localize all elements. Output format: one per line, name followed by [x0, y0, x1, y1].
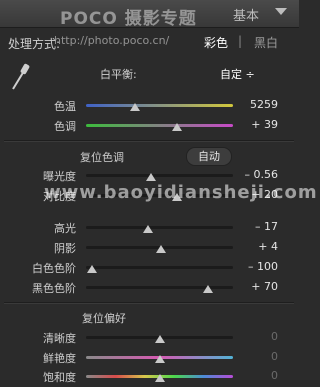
- whites-slider-track[interactable]: [86, 266, 233, 269]
- exposure-slider-track[interactable]: [86, 174, 233, 177]
- slider-label: 清晰度: [43, 332, 76, 345]
- section-divider: [4, 302, 294, 304]
- slider-label: 高光: [54, 222, 76, 235]
- white-balance-label: 白平衡:: [100, 68, 137, 81]
- slider-label: 白色色阶: [32, 262, 76, 275]
- clarity-slider-thumb[interactable]: [154, 335, 165, 343]
- treatment-color-option[interactable]: 彩色: [204, 34, 228, 51]
- whites-slider-thumb[interactable]: [86, 265, 97, 273]
- slider-value[interactable]: – 0.56: [226, 168, 279, 181]
- highlights-slider-track[interactable]: [86, 226, 233, 229]
- slider-value[interactable]: 0: [226, 330, 278, 343]
- tint-slider-thumb[interactable]: [172, 123, 183, 131]
- temp-slider-thumb[interactable]: [129, 103, 140, 111]
- slider-value[interactable]: – 17: [226, 220, 278, 233]
- slider-value[interactable]: 0: [226, 350, 278, 363]
- vibrance-slider-thumb[interactable]: [154, 355, 165, 363]
- slider-value[interactable]: – 100: [226, 260, 278, 273]
- exposure-slider-thumb[interactable]: [145, 173, 156, 181]
- slider-value[interactable]: + 39: [226, 118, 278, 131]
- treatment-label: 处理方式:: [8, 37, 61, 51]
- eyedropper-icon[interactable]: [10, 62, 30, 92]
- temp-slider-track[interactable]: [86, 104, 233, 107]
- site-watermark: www.baoyidiansheji.com: [44, 182, 318, 203]
- slider-label: 黑色色阶: [32, 282, 76, 295]
- section-divider: [4, 140, 294, 142]
- reset-presence-label[interactable]: 复位偏好: [82, 310, 126, 326]
- white-balance-select[interactable]: 自定 ÷: [220, 66, 255, 82]
- shadows-slider-thumb[interactable]: [155, 245, 166, 253]
- slider-label: 阴影: [54, 242, 76, 255]
- slider-value[interactable]: + 4: [226, 240, 278, 253]
- highlights-slider-thumb[interactable]: [142, 225, 153, 233]
- slider-value[interactable]: 5259: [226, 98, 278, 111]
- slider-label: 色温: [54, 100, 76, 113]
- url-watermark: http://photo.poco.cn/: [54, 34, 170, 47]
- slider-label: 饱和度: [43, 371, 76, 384]
- collapse-icon[interactable]: [275, 8, 287, 15]
- auto-tone-button[interactable]: 自动: [186, 147, 232, 166]
- tint-slider-track[interactable]: [86, 124, 233, 127]
- treatment-separator: |: [238, 34, 243, 48]
- panel-title[interactable]: 基本: [233, 5, 259, 24]
- poco-watermark: POCO 摄影专题: [60, 9, 197, 29]
- treatment-bw-option[interactable]: 黑白: [254, 34, 278, 51]
- blacks-slider-thumb[interactable]: [203, 285, 213, 293]
- saturation-slider-thumb[interactable]: [154, 374, 165, 382]
- slider-label: 鲜艳度: [43, 352, 76, 365]
- slider-label: 色调: [54, 120, 76, 133]
- reset-tone-label[interactable]: 复位色调: [80, 149, 124, 165]
- slider-value[interactable]: + 70: [226, 280, 278, 293]
- slider-value[interactable]: 0: [226, 369, 278, 382]
